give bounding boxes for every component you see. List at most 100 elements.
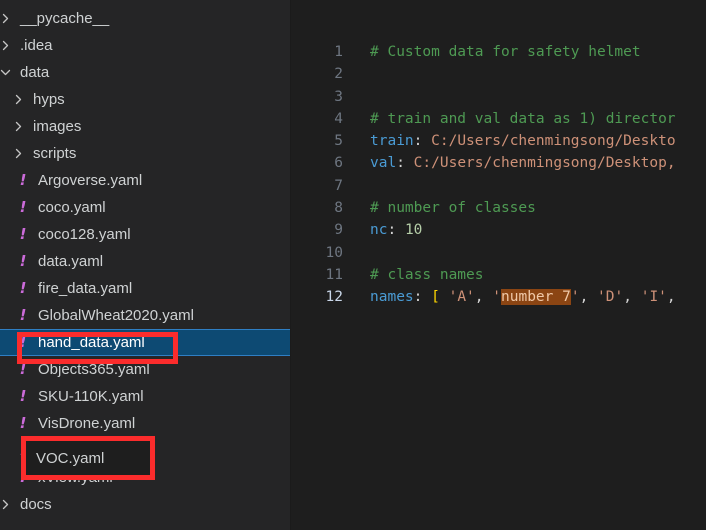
code-line-text[interactable]: val: C:/Users/chenmingsong/Desktop,	[343, 152, 676, 174]
tree-item-label: .idea	[20, 37, 53, 54]
chevron-right-icon	[9, 148, 27, 159]
tree-file-row[interactable]: ! VisDrone.yaml	[0, 410, 290, 437]
code-line-text[interactable]	[343, 86, 370, 108]
file-tree[interactable]: __pycache__ .idea data hyps images scripts! Ar…	[0, 5, 290, 518]
line-number: 2	[334, 66, 343, 83]
line-number: 10	[325, 244, 343, 261]
code-token: [	[431, 289, 440, 306]
code-token: 'I'	[640, 289, 667, 306]
line-number: 4	[334, 110, 343, 127]
tree-file-row[interactable]: ! Argoverse.yaml	[0, 167, 290, 194]
code-line[interactable]: 1 # Custom data for safety helmet	[291, 41, 706, 63]
code-token: train	[370, 133, 414, 150]
yaml-file-icon: !	[19, 225, 27, 243]
line-number: 6	[334, 155, 343, 172]
tree-file-row[interactable]: ! coco128.yaml	[0, 221, 290, 248]
tree-item-label: VOC.yaml	[38, 442, 107, 459]
chevron-right-icon	[9, 121, 27, 132]
code-token: 'A'	[448, 289, 475, 306]
code-line[interactable]: 9 nc: 10	[291, 219, 706, 241]
code-token: :	[387, 222, 405, 239]
tree-file-row[interactable]: ! GlobalWheat2020.yaml	[0, 302, 290, 329]
tree-file-row[interactable]: ! xView.yaml	[0, 464, 290, 491]
yaml-file-icon: !	[19, 279, 27, 297]
tree-item-label: Objects365.yaml	[38, 361, 150, 378]
yaml-file-icon: !	[19, 306, 27, 324]
file-explorer-sidebar[interactable]: __pycache__ .idea data hyps images scripts! Ar…	[0, 0, 290, 530]
search-match-highlight: number 7	[501, 289, 571, 306]
tree-file-row[interactable]: ! VOC.yaml	[0, 437, 290, 464]
code-token: # number of classes	[370, 200, 536, 217]
tree-file-row[interactable]: ! Objects365.yaml	[0, 356, 290, 383]
yaml-file-icon: !	[19, 171, 27, 189]
code-line-text[interactable]: # train and val data as 1) director	[343, 108, 676, 130]
tree-folder-row[interactable]: images	[0, 113, 290, 140]
code-line-text[interactable]: train: C:/Users/chenmingsong/Deskto	[343, 130, 676, 152]
chevron-right-icon	[0, 499, 14, 510]
code-token: :	[396, 155, 414, 172]
line-number: 7	[334, 177, 343, 194]
tree-file-row[interactable]: ! fire_data.yaml	[0, 275, 290, 302]
tree-item-label: coco.yaml	[38, 199, 106, 216]
code-line-text[interactable]: # class names	[343, 264, 484, 286]
code-line-text[interactable]	[343, 175, 370, 197]
line-number: 12	[325, 289, 343, 306]
tree-folder-row[interactable]: __pycache__	[0, 5, 290, 32]
tree-item-label: GlobalWheat2020.yaml	[38, 307, 194, 324]
code-line[interactable]: 2	[291, 63, 706, 85]
code-content[interactable]: 1 # Custom data for safety helmet 2 3 4 # tra…	[291, 41, 706, 309]
tree-item-label: data.yaml	[38, 253, 104, 270]
code-line-text[interactable]: nc: 10	[343, 219, 422, 241]
code-token: 'D'	[597, 289, 624, 306]
code-token: nc	[370, 222, 388, 239]
code-token: ,	[666, 289, 676, 306]
yaml-file-icon: !	[19, 198, 27, 216]
yaml-file-icon: !	[19, 360, 27, 378]
code-token: 10	[404, 222, 423, 239]
tree-item-label: hyps	[33, 91, 65, 108]
chevron-down-icon	[0, 67, 14, 78]
yaml-file-icon: !	[19, 387, 27, 405]
code-line[interactable]: 10	[291, 242, 706, 264]
tree-file-row[interactable]: ! SKU-110K.yaml	[0, 383, 290, 410]
code-token: names	[370, 289, 414, 306]
code-line[interactable]: 3	[291, 86, 706, 108]
line-number: 5	[334, 133, 343, 150]
tree-folder-row[interactable]: .idea	[0, 32, 290, 59]
tree-folder-row[interactable]: data	[0, 59, 290, 86]
code-line[interactable]: 8 # number of classes	[291, 197, 706, 219]
code-line-text[interactable]	[343, 63, 370, 85]
code-editor[interactable]: 1 # Custom data for safety helmet 2 3 4 # tra…	[290, 0, 706, 530]
code-line-text[interactable]: # number of classes	[343, 197, 536, 219]
tree-folder-row[interactable]: scripts	[0, 140, 290, 167]
tree-item-label: data	[20, 64, 50, 81]
code-line[interactable]: 6 val: C:/Users/chenmingsong/Desktop,	[291, 152, 706, 174]
tree-file-row[interactable]: ! hand_data.yaml	[0, 329, 290, 356]
tree-folder-row[interactable]: hyps	[0, 86, 290, 113]
code-token: ,	[579, 289, 598, 306]
line-number: 9	[334, 222, 343, 239]
code-line[interactable]: 5 train: C:/Users/chenmingsong/Deskto	[291, 130, 706, 152]
code-line[interactable]: 12 names: [ 'A', 'number 7', 'D', 'I',	[291, 286, 706, 308]
tree-item-label: xView.yaml	[38, 469, 113, 486]
tree-item-label: VisDrone.yaml	[38, 415, 136, 432]
code-token: ,	[474, 289, 493, 306]
code-line-text[interactable]: names: [ 'A', 'number 7', 'D', 'I',	[343, 286, 676, 308]
code-line-text[interactable]: # Custom data for safety helmet	[343, 41, 641, 63]
code-line[interactable]: 4 # train and val data as 1) director	[291, 108, 706, 130]
tree-item-label: coco128.yaml	[38, 226, 131, 243]
yaml-file-icon: !	[19, 468, 27, 486]
code-token: :	[413, 133, 432, 150]
tree-item-label: SKU-110K.yaml	[38, 388, 144, 405]
line-number: 11	[325, 266, 343, 283]
yaml-file-icon: !	[19, 333, 27, 351]
vscode-window: __pycache__ .idea data hyps images scripts! Ar…	[0, 0, 706, 530]
code-token: # Custom data for safety helmet	[370, 44, 641, 60]
code-line[interactable]: 7	[291, 175, 706, 197]
tree-file-row[interactable]: ! coco.yaml	[0, 194, 290, 221]
code-line-text[interactable]	[343, 242, 370, 264]
code-token: '	[570, 289, 580, 306]
tree-file-row[interactable]: ! data.yaml	[0, 248, 290, 275]
tree-folder-row[interactable]: docs	[0, 491, 290, 518]
code-line[interactable]: 11 # class names	[291, 264, 706, 286]
